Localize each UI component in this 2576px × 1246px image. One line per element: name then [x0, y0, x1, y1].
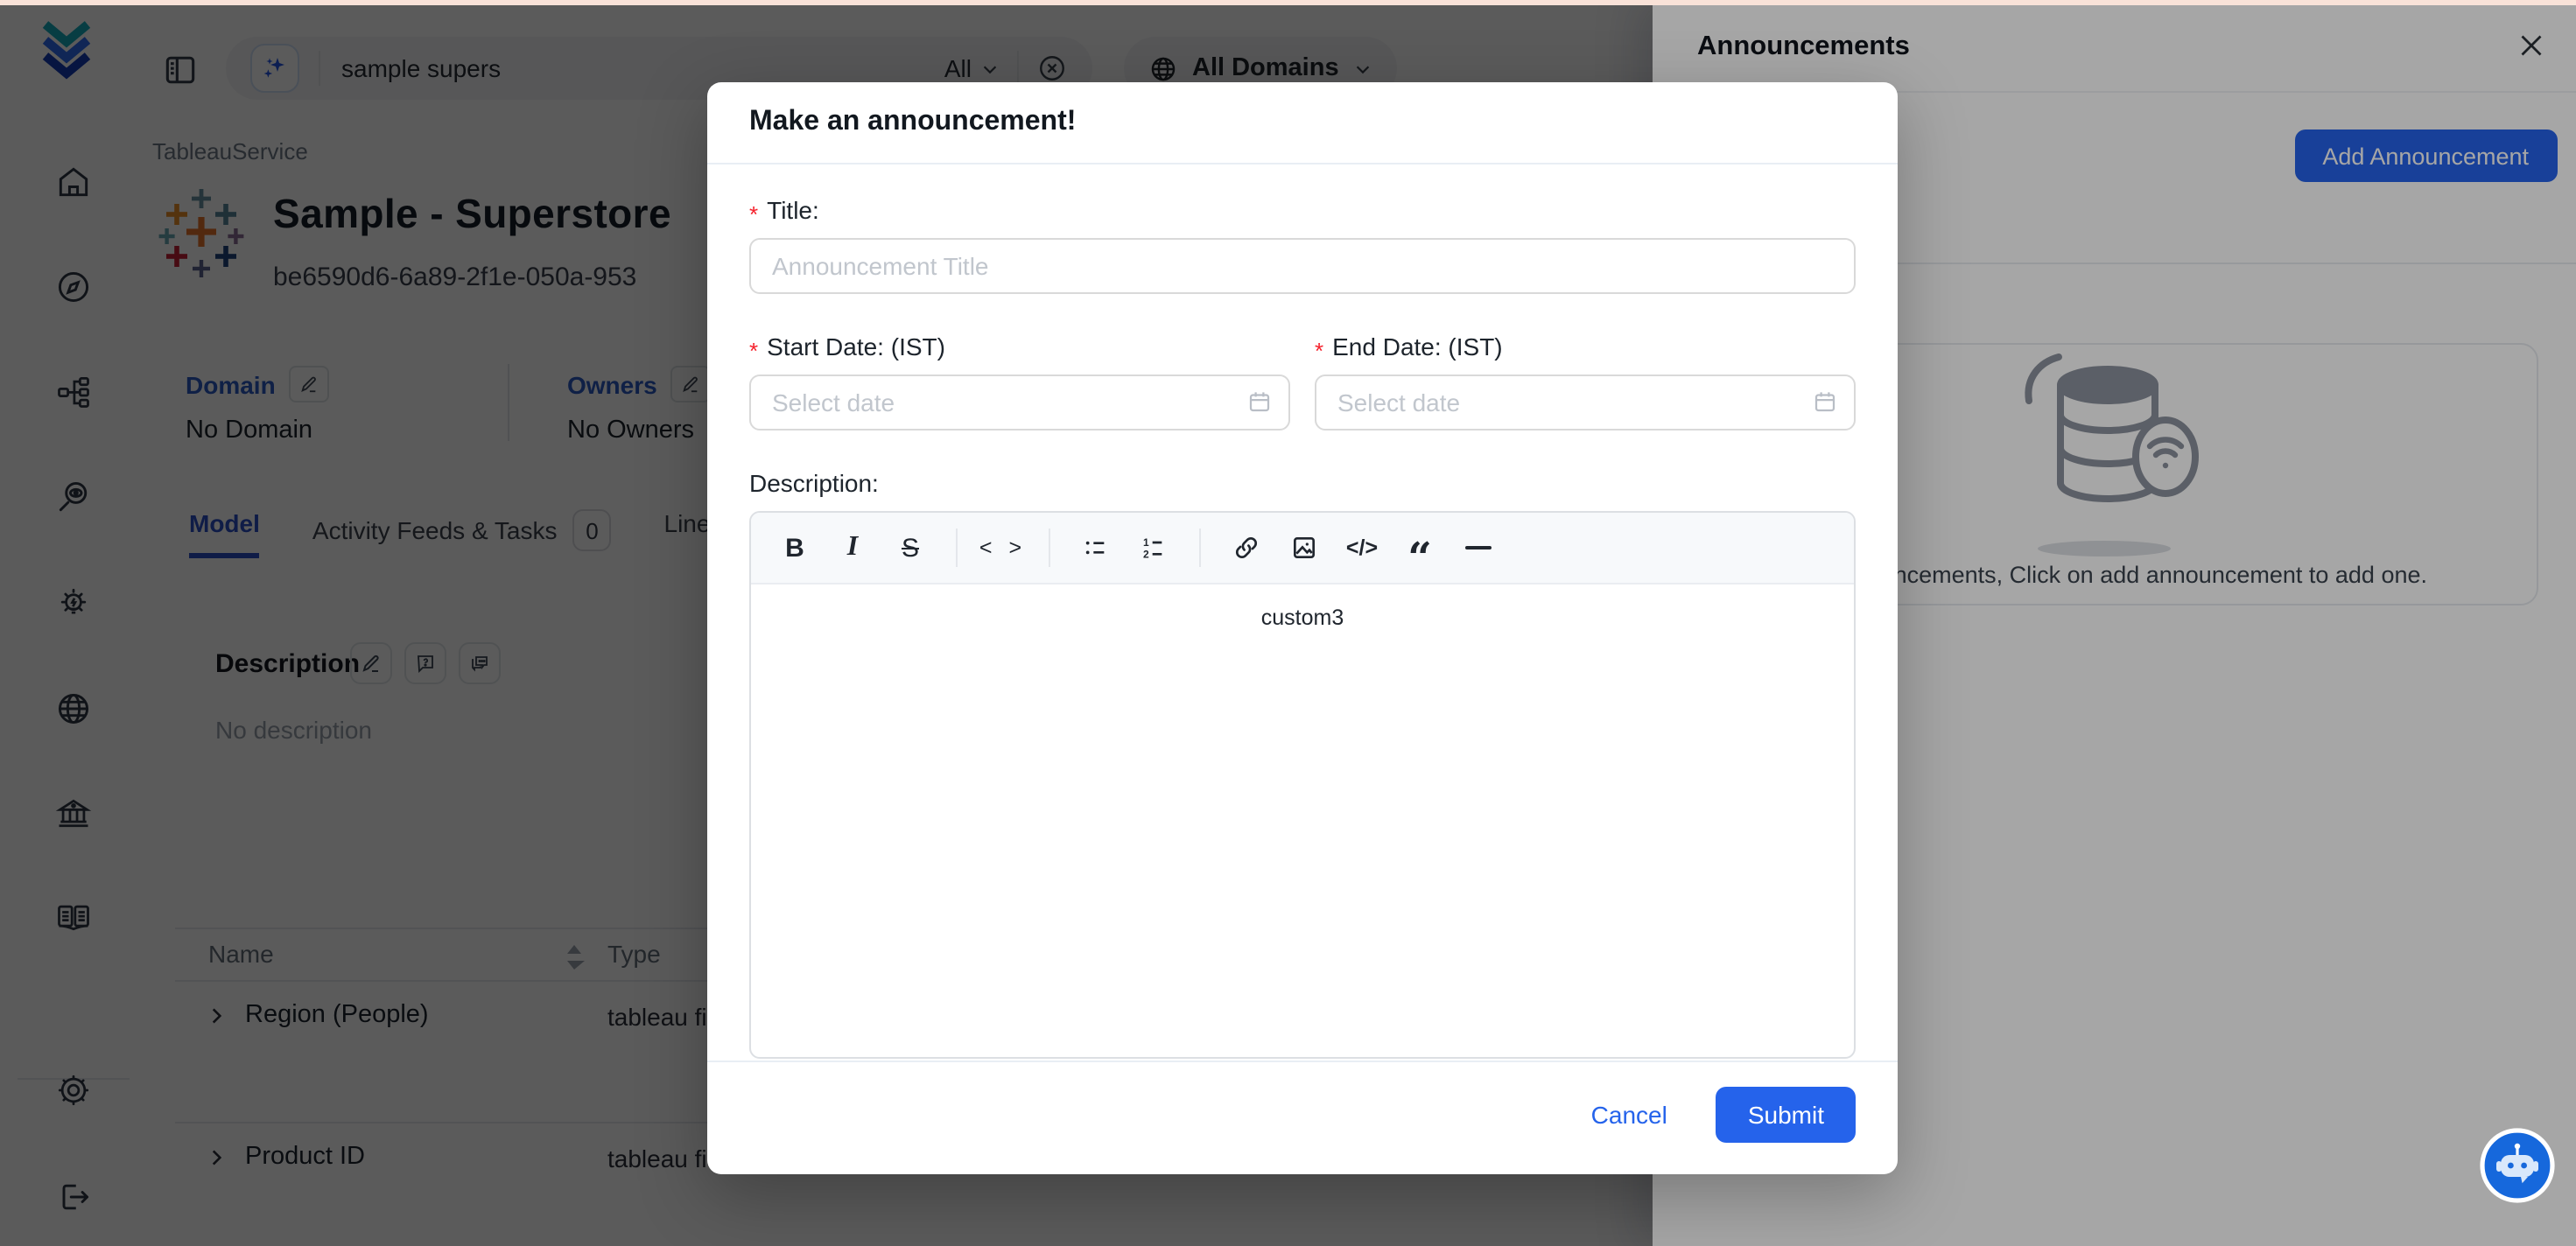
end-date-input[interactable]	[1315, 374, 1856, 430]
screen: sample supers All All Domains	[0, 0, 2576, 1246]
italic-icon[interactable]: I	[826, 523, 879, 572]
dialog-title: Make an announcement!	[707, 82, 1898, 164]
editor-toolbar: B I S < > 12	[751, 513, 1854, 584]
required-mark: *	[749, 337, 758, 363]
cancel-button[interactable]: Cancel	[1591, 1101, 1667, 1129]
required-mark: *	[749, 200, 758, 227]
link-icon[interactable]	[1220, 523, 1273, 572]
toolbar-divider	[956, 528, 958, 567]
svg-text:1: 1	[1143, 536, 1149, 549]
robot-icon	[2479, 1127, 2556, 1204]
bold-icon[interactable]: B	[769, 523, 821, 572]
toolbar-divider	[1199, 528, 1201, 567]
dialog-footer: Cancel Submit	[707, 1060, 1898, 1174]
title-field-label: Title:	[767, 196, 819, 224]
chatbot-button[interactable]	[2479, 1127, 2556, 1204]
toolbar-divider	[1049, 528, 1050, 567]
start-date-input[interactable]	[749, 374, 1290, 430]
start-date-label: Start Date: (IST)	[767, 332, 945, 360]
make-announcement-dialog: Make an announcement! * Title: * Start D…	[707, 82, 1898, 1174]
end-date-label: End Date: (IST)	[1332, 332, 1503, 360]
svg-text:2: 2	[1143, 548, 1149, 560]
quote-icon[interactable]: “	[1393, 513, 1446, 583]
bulleted-list-icon[interactable]	[1070, 523, 1122, 572]
code-block-icon[interactable]: </>	[1336, 523, 1388, 572]
strikethrough-icon[interactable]: S	[884, 523, 937, 572]
editor-content[interactable]: custom3	[751, 584, 1854, 1057]
announcement-title-input[interactable]	[749, 238, 1856, 294]
horizontal-rule-icon[interactable]	[1451, 523, 1504, 572]
numbered-list-icon[interactable]: 12	[1127, 523, 1180, 572]
rich-text-editor: B I S < > 12	[749, 511, 1856, 1059]
required-mark: *	[1315, 337, 1323, 363]
image-icon[interactable]	[1278, 523, 1330, 572]
description-field-label: Description:	[749, 469, 879, 497]
inline-code-icon[interactable]: < >	[977, 523, 1029, 572]
submit-button[interactable]: Submit	[1716, 1087, 1856, 1143]
top-accent-bar	[0, 0, 2576, 5]
